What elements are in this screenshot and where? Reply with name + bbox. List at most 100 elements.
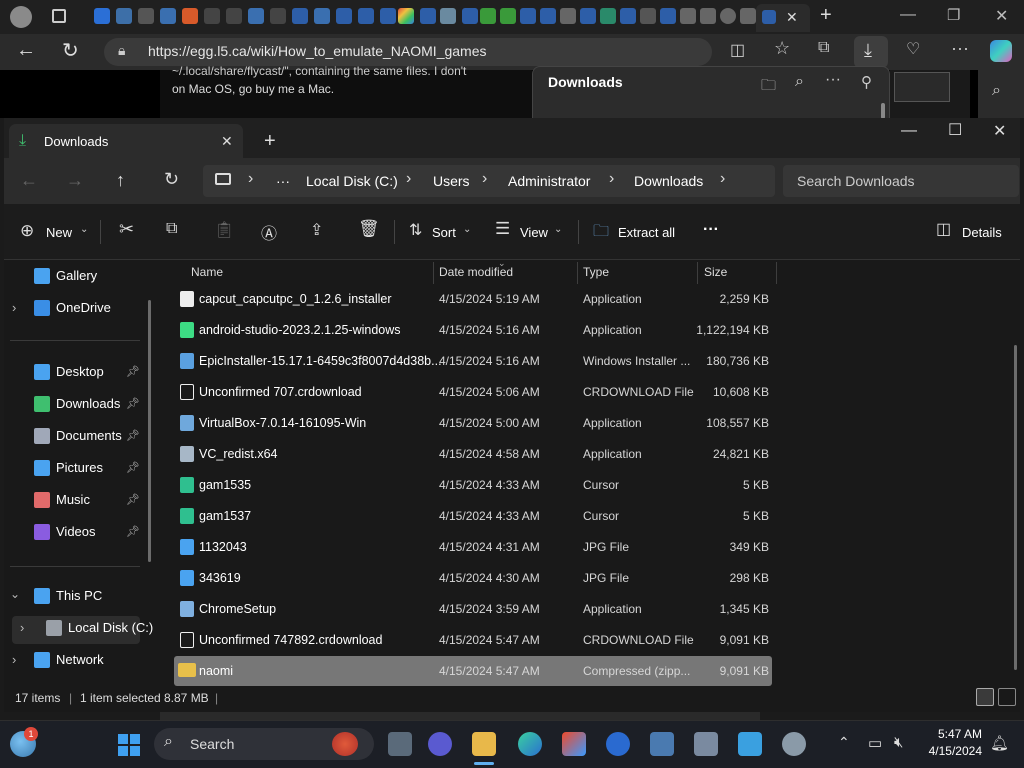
new-plus-icon[interactable]: ⊕ bbox=[20, 221, 34, 241]
profile-avatar[interactable] bbox=[10, 6, 32, 28]
more-options-button[interactable]: ··· bbox=[703, 221, 719, 239]
sidebar-search-icon[interactable]: ⌕ bbox=[992, 82, 1001, 100]
column-divider[interactable] bbox=[577, 262, 578, 284]
browser-tab-icon[interactable] bbox=[380, 8, 396, 24]
notification-bell-icon[interactable]: 🔔︎ bbox=[990, 734, 1009, 752]
browser-tab-icon[interactable] bbox=[314, 8, 330, 24]
browser-tab-icon[interactable] bbox=[440, 8, 456, 24]
column-divider[interactable] bbox=[697, 262, 698, 284]
sidebar-item-label[interactable]: Gallery bbox=[56, 268, 97, 283]
copilot-icon[interactable] bbox=[990, 40, 1012, 62]
extract-all-button[interactable]: Extract all bbox=[618, 225, 675, 240]
cut-icon[interactable]: ✂ bbox=[119, 219, 134, 240]
sidebar-item-label[interactable]: This PC bbox=[56, 588, 102, 603]
settings-icon[interactable] bbox=[782, 732, 806, 756]
details-button[interactable]: Details bbox=[962, 225, 1002, 240]
chevron-down-icon[interactable]: ⌄ bbox=[463, 224, 471, 235]
tab-actions-icon[interactable] bbox=[52, 9, 66, 23]
browser-tab-icon[interactable] bbox=[720, 8, 736, 24]
active-browser-tab[interactable]: ✕ bbox=[756, 4, 810, 32]
back-arrow-icon[interactable]: ← bbox=[16, 39, 36, 62]
sort-icon[interactable]: ⇅ bbox=[409, 220, 422, 240]
chevron-right-icon[interactable]: › bbox=[12, 300, 16, 315]
network-status-icon[interactable]: ▭ bbox=[868, 734, 882, 752]
chevron-right-icon[interactable]: › bbox=[20, 620, 24, 635]
browser-minimize-button[interactable]: — bbox=[900, 6, 916, 24]
browser-tab-icon[interactable] bbox=[94, 8, 110, 24]
close-tab-icon[interactable]: ✕ bbox=[786, 9, 798, 26]
taskbar-clock-date[interactable]: 4/15/2024 bbox=[922, 744, 982, 758]
performance-icon[interactable]: ♡ bbox=[906, 39, 920, 59]
favorites-icon[interactable]: ☆ bbox=[774, 38, 790, 59]
chevron-down-icon[interactable]: ⌄ bbox=[80, 224, 88, 235]
downloads-toolbar-button[interactable]: ⤓ bbox=[854, 36, 888, 68]
chevron-right-icon[interactable]: › bbox=[406, 170, 411, 188]
close-tab-icon[interactable]: ✕ bbox=[221, 133, 233, 150]
share-icon[interactable]: ⇪ bbox=[310, 220, 323, 240]
browser-close-button[interactable]: ✕ bbox=[995, 6, 1008, 26]
virtualbox-icon[interactable] bbox=[650, 732, 674, 756]
browser-tab-icon[interactable] bbox=[398, 8, 414, 24]
browser-restore-button[interactable]: ❐ bbox=[947, 6, 960, 24]
delete-icon[interactable]: 🗑︎ bbox=[358, 219, 380, 239]
breadcrumb-downloads[interactable]: Downloads bbox=[634, 173, 703, 189]
column-divider[interactable] bbox=[776, 262, 777, 284]
store-icon[interactable] bbox=[562, 732, 586, 756]
downloads-scrollbar[interactable] bbox=[881, 103, 885, 119]
sidebar-item-label[interactable]: Documents bbox=[56, 428, 122, 443]
browser-tab-icon[interactable] bbox=[560, 8, 576, 24]
volume-muted-icon[interactable]: 🔇︎ bbox=[894, 734, 903, 751]
browser-tab-icon[interactable] bbox=[620, 8, 636, 24]
chevron-down-icon[interactable]: ⌄ bbox=[10, 587, 20, 601]
browser-tab-icon[interactable] bbox=[660, 8, 676, 24]
minimize-button[interactable]: — bbox=[901, 122, 917, 140]
taskbar-search-box[interactable]: ⌕ bbox=[154, 728, 374, 760]
tiles-view-toggle[interactable] bbox=[998, 688, 1016, 706]
file-list-scrollbar[interactable] bbox=[1014, 345, 1017, 670]
sidebar-item-label[interactable]: Music bbox=[56, 492, 90, 507]
sidebar-item-label[interactable]: Local Disk (C:) bbox=[68, 620, 153, 635]
back-arrow-icon[interactable]: ← bbox=[20, 170, 38, 191]
column-header-name[interactable]: Name bbox=[191, 265, 223, 279]
breadcrumb-local-disk[interactable]: Local Disk (C:) bbox=[306, 173, 398, 189]
chevron-right-icon[interactable]: › bbox=[12, 652, 16, 667]
browser-tab-icon[interactable] bbox=[182, 8, 198, 24]
weather-icon[interactable]: 1 bbox=[10, 727, 38, 757]
browser-tab-icon[interactable] bbox=[358, 8, 374, 24]
search-icon[interactable]: ⌕ bbox=[795, 73, 804, 91]
column-header-type[interactable]: Type bbox=[583, 265, 609, 279]
browser-tab-icon[interactable] bbox=[600, 8, 616, 24]
chat-icon[interactable] bbox=[428, 732, 452, 756]
breadcrumb-more[interactable]: ··· bbox=[276, 173, 290, 189]
copy-icon[interactable]: ⧉ bbox=[166, 220, 177, 238]
browser-tab-icon[interactable] bbox=[480, 8, 496, 24]
browser-tab-icon[interactable] bbox=[160, 8, 176, 24]
sidebar-item-label[interactable]: OneDrive bbox=[56, 300, 111, 315]
view-icon[interactable]: ☰ bbox=[495, 219, 510, 239]
browser-tab-icon[interactable] bbox=[420, 8, 436, 24]
extract-icon[interactable]: 🗀 bbox=[593, 220, 609, 247]
browser-tab-icon[interactable] bbox=[700, 8, 716, 24]
sidebar-item-label[interactable]: Desktop bbox=[56, 364, 104, 379]
sort-button[interactable]: Sort bbox=[432, 225, 456, 240]
taskbar-clock-time[interactable]: 5:47 AM bbox=[928, 727, 982, 741]
refresh-icon[interactable]: ↻ bbox=[164, 169, 179, 190]
file-explorer-taskbar-icon[interactable] bbox=[472, 732, 496, 756]
browser-tab-icon[interactable] bbox=[520, 8, 536, 24]
sidebar-item-label[interactable]: Pictures bbox=[56, 460, 103, 475]
search-box[interactable]: Search Downloads bbox=[783, 165, 1019, 197]
browser-tab-icon[interactable] bbox=[740, 8, 756, 24]
details-view-toggle[interactable] bbox=[976, 688, 994, 706]
view-button[interactable]: View bbox=[520, 225, 548, 240]
column-header-date[interactable]: Date modified bbox=[439, 265, 513, 279]
chevron-down-icon[interactable]: ⌄ bbox=[554, 224, 562, 235]
chevron-right-icon[interactable]: › bbox=[482, 170, 487, 188]
paste-icon[interactable]: 📋︎ bbox=[214, 220, 234, 240]
more-options-icon[interactable]: ··· bbox=[825, 71, 841, 89]
forward-arrow-icon[interactable]: → bbox=[66, 170, 84, 191]
android-studio-icon[interactable] bbox=[606, 732, 630, 756]
start-button[interactable] bbox=[118, 734, 140, 756]
collections-icon[interactable]: ⧉ bbox=[818, 39, 829, 57]
column-divider[interactable] bbox=[433, 262, 434, 284]
breadcrumb-users[interactable]: Users bbox=[433, 173, 470, 189]
